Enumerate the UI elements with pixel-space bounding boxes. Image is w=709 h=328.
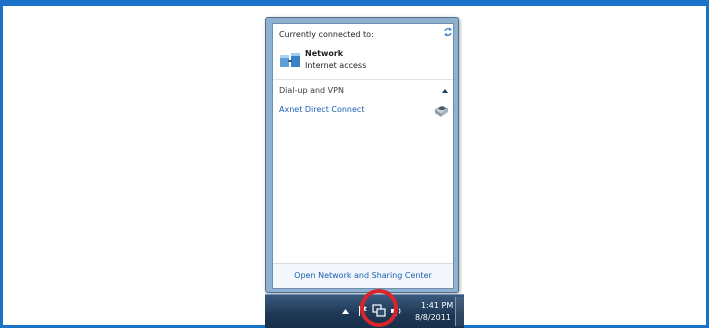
show-desktop-button[interactable] [455,297,464,326]
show-hidden-icons-arrow-icon[interactable] [342,309,349,314]
vpn-connection-item[interactable]: Axnet Direct Connect [279,105,364,114]
open-network-sharing-center-link[interactable]: Open Network and Sharing Center [273,271,453,280]
network-flyout: Currently connected to: Network Internet… [265,17,459,293]
clock-date[interactable]: 8/8/2011 [415,313,451,322]
network-status: Internet access [305,61,367,70]
top-strip [0,0,709,6]
clock-time[interactable]: 1:41 PM [421,301,453,310]
taskbar: 1:41 PM 8/8/2011 [265,289,464,328]
phone-modem-icon [434,105,449,117]
dialup-vpn-header: Dial-up and VPN [279,86,344,95]
highlight-circle [360,289,398,327]
flyout-footer: Open Network and Sharing Center [273,263,453,288]
connected-header: Currently connected to: [279,30,374,39]
network-name: Network [305,49,344,58]
section-divider [273,79,453,80]
flyout-panel: Currently connected to: Network Internet… [272,23,454,289]
network-icon [280,53,300,67]
refresh-icon[interactable] [443,27,453,37]
collapse-chevron-icon[interactable] [441,88,449,94]
